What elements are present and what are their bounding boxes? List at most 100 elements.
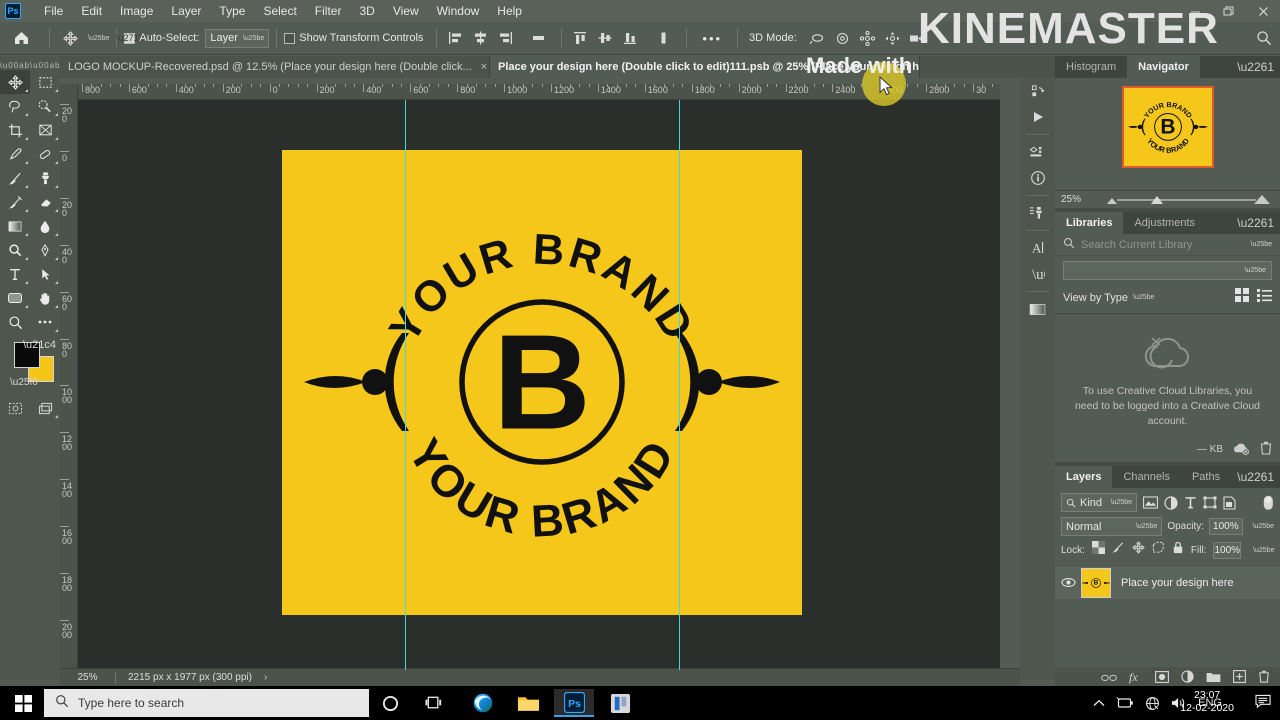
chevron-down-icon[interactable]: \u25be [1251,241,1272,248]
filter-pixel-icon[interactable] [1143,496,1158,509]
blend-mode-dropdown[interactable]: Normal \u25be [1061,517,1163,536]
pen-tool[interactable] [30,238,60,262]
menu-select[interactable]: Select [254,1,305,21]
kinemaster-icon[interactable] [600,689,640,717]
eyedropper-tool[interactable] [0,142,30,166]
artboard[interactable]: B YOUR BRAND YOUR BRAND [282,150,802,615]
menu-layer[interactable]: Layer [162,1,210,21]
lock-image-icon[interactable] [1112,541,1125,559]
show-transform-controls-checkbox[interactable]: Show Transform Controls [284,32,423,44]
menu-view[interactable]: View [384,1,428,21]
healing-brush-tool[interactable] [30,142,60,166]
trash-icon[interactable] [1260,441,1272,458]
clone-stamp-tool[interactable] [30,166,60,190]
status-zoom-value[interactable]: 25% [60,672,115,683]
cloud-sync-icon[interactable] [1233,442,1250,458]
document-tab-place-your-design-here[interactable]: Place your design here (Double click to … [490,56,920,78]
lasso-tool[interactable] [0,94,30,118]
tool-preset-caret-icon[interactable]: \u25be [88,35,109,42]
menu-window[interactable]: Window [428,1,489,21]
align-left-edges-icon[interactable] [444,27,466,49]
quick-mask-mode-button[interactable] [0,396,30,420]
move-tool-icon[interactable] [57,30,83,46]
auto-select-scope-dropdown[interactable]: Layer \u25be [205,28,270,48]
minimize-button[interactable] [1178,0,1212,22]
list-view-icon[interactable] [1257,288,1272,307]
navigator-preview[interactable]: B YOUR BRAND YOUR BRAND [1055,78,1280,190]
filter-smartobject-icon[interactable] [1223,495,1236,510]
align-right-edges-icon[interactable] [494,27,516,49]
menu-type[interactable]: Type [210,1,254,21]
ruler-corner[interactable] [60,84,78,100]
panel-menu-icon[interactable]: \u2261 [1237,61,1274,73]
3d-orbit-icon[interactable] [807,27,829,49]
filter-shape-icon[interactable] [1203,496,1217,509]
gradients-icon[interactable] [1020,296,1055,322]
auto-select-checkbox[interactable]: \u2713 Auto-Select: [116,32,199,44]
taskbar-search-box[interactable]: Type here to search [44,689,369,717]
edit-toolbar-button[interactable] [30,310,60,334]
menu-file[interactable]: File [35,1,72,21]
horizontal-ruler[interactable]: 800 600 400 200 0 200 400 600 800 1000 1200 1400 160… [60,84,1000,100]
network-icon[interactable] [1145,696,1160,711]
zoom-out-icon[interactable] [1107,197,1117,204]
layer-name[interactable]: Place your design here [1121,577,1234,589]
quick-selection-tool[interactable] [30,94,60,118]
path-selection-tool[interactable] [30,262,60,286]
screen-mode-button[interactable] [30,396,60,420]
distribute-horizontal-icon[interactable] [527,27,549,49]
tab-adjustments[interactable]: Adjustments [1123,212,1206,234]
document-tab-logo-mockup[interactable]: LOGO MOCKUP-Recovered.psd @ 12.5% (Place… [60,56,490,78]
3d-camera-icon[interactable] [907,27,929,49]
gradient-tool[interactable] [0,214,30,238]
info-icon[interactable] [1020,165,1055,191]
menu-filter[interactable]: Filter [306,1,351,21]
filter-toggle[interactable] [1263,495,1274,511]
tab-navigator[interactable]: Navigator [1127,56,1200,78]
lock-all-icon[interactable] [1172,541,1184,559]
maximize-button[interactable] [1212,0,1246,22]
guide-vertical-left[interactable] [405,100,406,670]
crop-tool[interactable] [0,118,30,142]
tab-libraries[interactable]: Libraries [1055,212,1124,234]
marquee-tool[interactable] [30,70,60,94]
lock-artboard-icon[interactable] [1152,541,1165,559]
align-vertical-centers-icon[interactable] [594,27,616,49]
show-hidden-icons[interactable] [1093,699,1105,708]
search-input[interactable] [1081,238,1240,251]
tab-channels[interactable]: Channels [1112,466,1180,488]
task-view-icon[interactable] [414,689,454,717]
menu-image[interactable]: Image [111,1,162,21]
default-colors-icon[interactable]: \u25f0 [10,377,38,388]
menu-3d[interactable]: 3D [350,1,383,21]
notifications-icon[interactable] [1255,694,1272,714]
home-icon[interactable] [0,30,42,46]
layer-thumbnail[interactable]: B [1081,567,1111,598]
opacity-value[interactable]: 100% [1209,518,1243,535]
battery-icon[interactable] [1116,697,1134,709]
cortana-icon[interactable] [370,689,410,717]
layer-row[interactable]: B Place your design here [1055,565,1280,599]
swap-colors-icon[interactable]: \u21c4 [23,339,56,351]
history-brush-tool[interactable] [0,190,30,214]
zoom-in-icon[interactable] [1254,194,1270,204]
3d-roll-icon[interactable] [832,27,854,49]
frame-tool[interactable] [30,118,60,142]
tab-paths[interactable]: Paths [1181,466,1231,488]
3d-pan-icon[interactable] [857,27,879,49]
menu-help[interactable]: Help [488,1,531,21]
layer-visibility-icon[interactable] [1055,577,1081,588]
close-button[interactable] [1246,0,1280,22]
history-icon[interactable] [1020,78,1055,104]
grid-view-icon[interactable] [1235,288,1249,307]
character-icon[interactable]: A [1020,235,1055,261]
edge-icon[interactable] [463,689,503,717]
windows-start-icon[interactable] [6,691,40,715]
eraser-tool[interactable] [30,190,60,214]
vertical-ruler[interactable]: 200 0 200 400 600 800 1000 1200 1400 1600 1800 2000 [60,100,78,670]
blur-tool[interactable] [30,214,60,238]
distribute-vertical-icon[interactable] [652,27,674,49]
type-tool[interactable] [0,262,30,286]
rectangle-tool[interactable] [0,286,30,310]
taskbar-clock[interactable]: 23:07 12-02-2020 [1180,689,1234,715]
